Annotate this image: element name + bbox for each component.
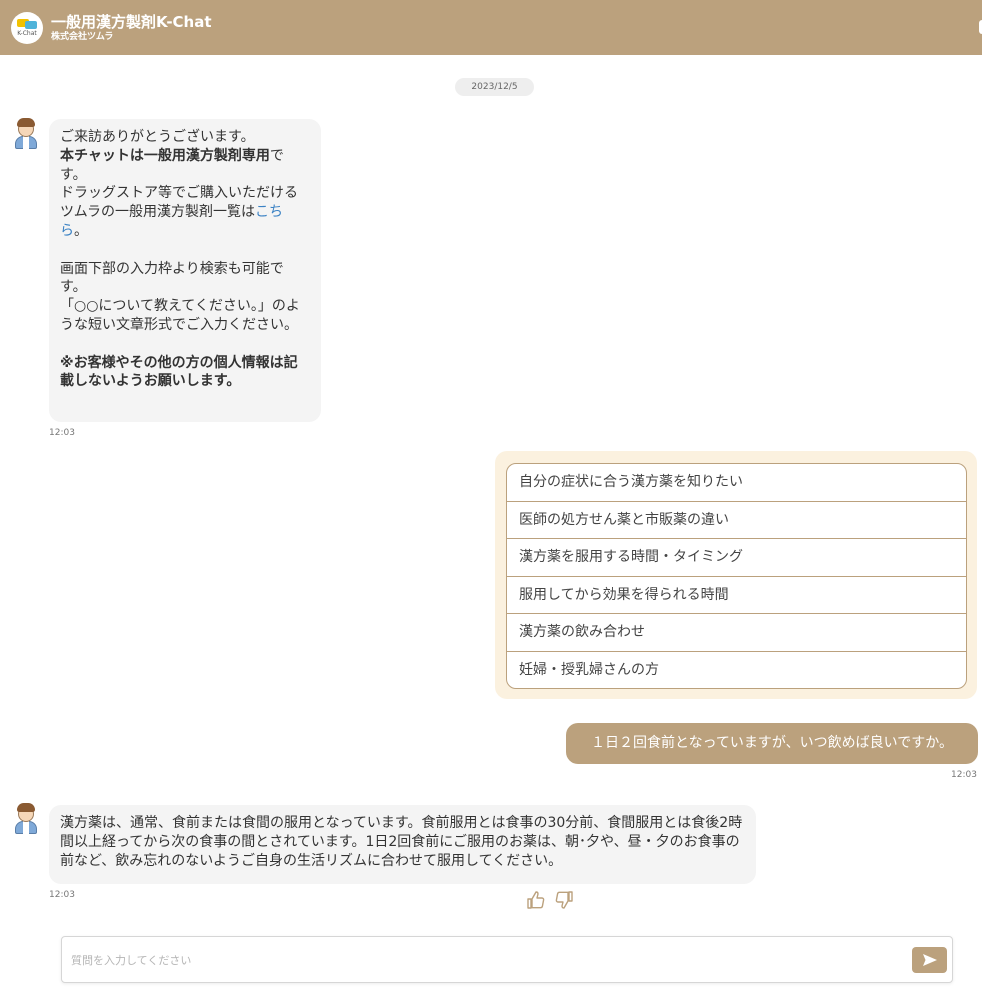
thumbs-up-icon[interactable] <box>526 890 546 910</box>
question-input[interactable] <box>71 950 891 970</box>
app-title: 一般用漢方製剤K-Chat <box>51 12 212 31</box>
welcome-line-2: 本チャットは一般用漢方製剤専用です。 <box>60 147 284 183</box>
welcome-bold-notice: 本チャットは一般用漢方製剤専用 <box>60 147 270 164</box>
bot-avatar <box>12 118 40 150</box>
quick-reply-list: 自分の症状に合う漢方薬を知りたい 医師の処方せん薬と市販薬の違い 漢方薬を服用す… <box>506 463 967 689</box>
welcome-line-3: ドラッグストア等でご購入いただけるツムラの一般用漢方製剤一覧はこちら。 <box>60 185 298 239</box>
app-header: K-Chat 一般用漢方製剤K-Chat 株式会社ツムラ <box>0 0 982 55</box>
welcome-message: ご来訪ありがとうございます。 本チャットは一般用漢方製剤専用です。 ドラッグスト… <box>49 119 321 422</box>
quick-reply-item[interactable]: 漢方薬の飲み合わせ <box>507 614 966 652</box>
bot-answer-message: 漢方薬は、通常、食前または食間の服用となっています。食前服用とは食事の30分前、… <box>49 805 756 884</box>
quick-reply-item[interactable]: 服用してから効果を得られる時間 <box>507 577 966 615</box>
quick-reply-panel: 自分の症状に合う漢方薬を知りたい 医師の処方せん薬と市販薬の違い 漢方薬を服用す… <box>495 451 977 699</box>
thumbs-down-icon[interactable] <box>554 890 574 910</box>
company-name: 株式会社ツムラ <box>51 31 114 42</box>
date-chip: 2023/12/5 <box>455 78 534 96</box>
chat-input-box <box>61 936 953 983</box>
message-timestamp: 12:03 <box>49 428 75 438</box>
k-chat-logo: K-Chat <box>11 11 43 44</box>
user-message: １日２回食前となっていますが、いつ飲めば良いですか。 <box>566 723 978 764</box>
logo-text: K-Chat <box>17 29 37 37</box>
welcome-line-5: 「○○について教えてください。」のような短い文章形式でご入力ください。 <box>60 298 300 333</box>
send-button[interactable] <box>912 947 947 973</box>
quick-reply-item[interactable]: 妊婦・授乳婦さんの方 <box>507 652 966 688</box>
quick-reply-item[interactable]: 医師の処方せん薬と市販薬の違い <box>507 502 966 540</box>
bot-avatar <box>12 803 40 835</box>
welcome-line-4: 画面下部の入力枠より検索も可能です。 <box>60 260 284 296</box>
message-timestamp: 12:03 <box>49 890 75 900</box>
message-timestamp: 12:03 <box>951 770 977 780</box>
privacy-warning: ※お客様やその他の方の個人情報は記載しないようお願いします。 <box>60 354 298 390</box>
quick-reply-item[interactable]: 漢方薬を服用する時間・タイミング <box>507 539 966 577</box>
welcome-line-1: ご来訪ありがとうございます。 <box>60 129 255 145</box>
quick-reply-item[interactable]: 自分の症状に合う漢方薬を知りたい <box>507 464 966 502</box>
send-icon <box>922 954 937 966</box>
